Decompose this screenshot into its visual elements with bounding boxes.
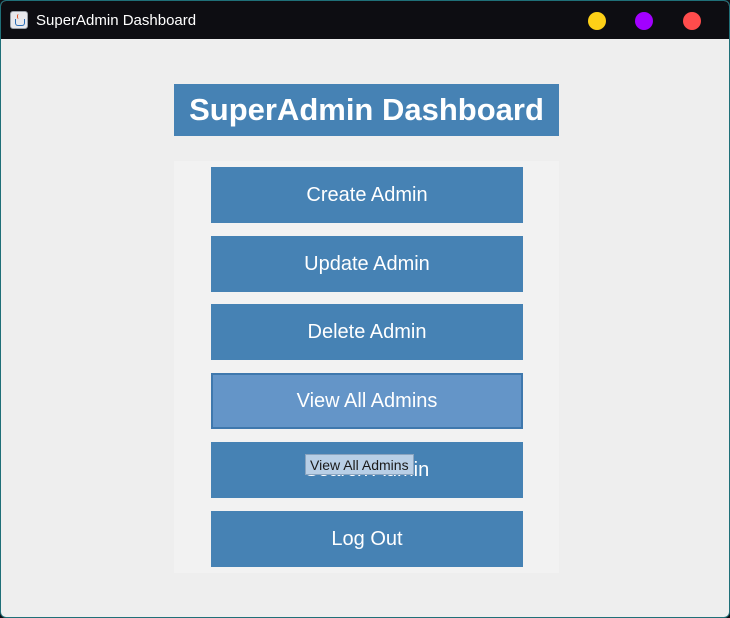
update-admin-button[interactable]: Update Admin	[211, 236, 523, 292]
java-app-icon	[10, 11, 28, 29]
tooltip: View All Admins	[305, 454, 414, 475]
log-out-button[interactable]: Log Out	[211, 511, 523, 567]
dashboard-header: SuperAdmin Dashboard	[174, 84, 559, 136]
create-admin-button[interactable]: Create Admin	[211, 167, 523, 223]
view-all-admins-button[interactable]: View All Admins	[211, 373, 523, 429]
page-title: SuperAdmin Dashboard	[189, 92, 544, 127]
app-window: SuperAdmin Dashboard SuperAdmin Dashboar…	[0, 0, 730, 618]
window-title: SuperAdmin Dashboard	[36, 12, 197, 29]
minimize-button[interactable]	[588, 12, 606, 30]
close-button[interactable]	[683, 12, 701, 30]
maximize-button[interactable]	[635, 12, 653, 30]
title-bar[interactable]: SuperAdmin Dashboard	[1, 1, 729, 39]
delete-admin-button[interactable]: Delete Admin	[211, 304, 523, 360]
